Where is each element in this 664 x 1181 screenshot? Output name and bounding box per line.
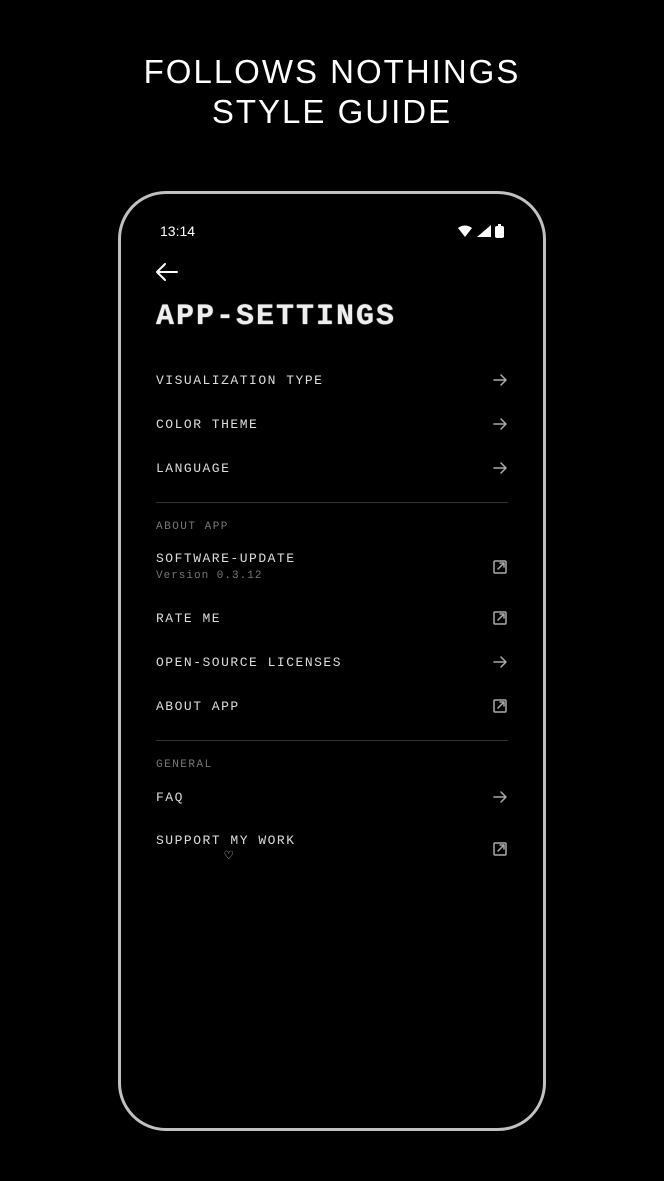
row-sublabel: Version 0.3.12: [156, 570, 296, 582]
divider: [156, 740, 508, 741]
settings-row-language[interactable]: LANGUAGE: [156, 446, 508, 490]
phone-screen: 13:14 APP-SETTINGS: [134, 207, 530, 1115]
chevron-right-icon: [492, 789, 508, 805]
chevron-right-icon: [492, 416, 508, 432]
row-label: RATE ME: [156, 611, 221, 626]
divider: [156, 502, 508, 503]
page-title: APP-SETTINGS: [148, 294, 516, 358]
external-link-icon: [492, 698, 508, 714]
headline-line1: FOLLOWS NOTHINGS: [144, 53, 521, 90]
settings-row-rate-me[interactable]: RATE ME: [156, 596, 508, 640]
status-bar: 13:14: [148, 219, 516, 239]
row-label: COLOR THEME: [156, 417, 258, 432]
row-label: VISUALIZATION TYPE: [156, 373, 323, 388]
chevron-right-icon: [492, 372, 508, 388]
back-row: [148, 239, 516, 294]
external-link-icon: [492, 610, 508, 626]
settings-row-faq[interactable]: FAQ: [156, 775, 508, 819]
settings-row-oss-licenses[interactable]: OPEN-SOURCE LICENSES: [156, 640, 508, 684]
row-label: ABOUT APP: [156, 699, 240, 714]
chevron-right-icon: [492, 654, 508, 670]
promo-headline: FOLLOWS NOTHINGS STYLE GUIDE: [144, 52, 521, 131]
external-link-icon: [492, 559, 508, 575]
settings-row-support-my-work[interactable]: SUPPORT MY WORK ♡: [156, 819, 508, 879]
external-link-icon: [492, 841, 508, 857]
chevron-right-icon: [492, 460, 508, 476]
settings-list: VISUALIZATION TYPE COLOR THEME LANGUAGE: [148, 358, 516, 879]
status-icons: [457, 224, 504, 238]
back-arrow-icon[interactable]: [156, 263, 178, 281]
section-header-general: GENERAL: [156, 753, 508, 775]
settings-row-software-update[interactable]: SOFTWARE-UPDATE Version 0.3.12: [156, 537, 508, 596]
row-label: SOFTWARE-UPDATE: [156, 551, 296, 566]
status-time: 13:14: [160, 223, 195, 239]
settings-row-about-app[interactable]: ABOUT APP: [156, 684, 508, 728]
settings-row-visualization-type[interactable]: VISUALIZATION TYPE: [156, 358, 508, 402]
row-label: LANGUAGE: [156, 461, 230, 476]
phone-frame: 13:14 APP-SETTINGS: [118, 191, 546, 1131]
row-label: OPEN-SOURCE LICENSES: [156, 655, 342, 670]
headline-line2: STYLE GUIDE: [212, 93, 452, 130]
heart-icon: ♡: [225, 848, 231, 865]
section-header-about: ABOUT APP: [156, 515, 508, 537]
row-label: SUPPORT MY WORK: [156, 833, 296, 848]
settings-row-color-theme[interactable]: COLOR THEME: [156, 402, 508, 446]
cellular-icon: [477, 225, 491, 237]
wifi-icon: [457, 225, 473, 237]
row-label: FAQ: [156, 790, 184, 805]
battery-icon: [495, 224, 504, 238]
